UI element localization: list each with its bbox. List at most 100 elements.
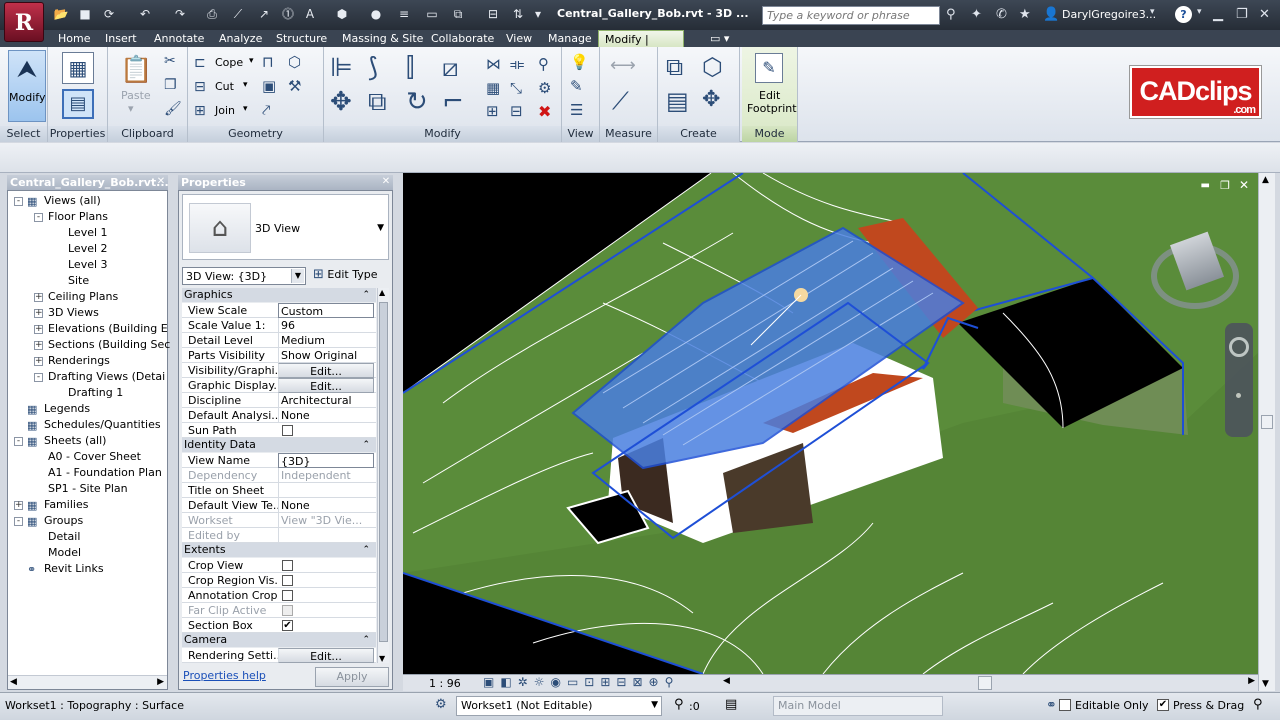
print-icon[interactable]: ⎙ <box>204 6 220 22</box>
edit-button[interactable]: Edit... <box>278 363 374 378</box>
property-checkbox[interactable] <box>282 575 293 586</box>
active-workset-select[interactable]: Workset1 (Not Editable) ▼ <box>456 696 662 716</box>
press-drag-checkbox[interactable]: ✔ <box>1157 699 1169 711</box>
cut-dropdown-icon[interactable]: ▾ <box>243 80 248 90</box>
subscription-icon[interactable]: ✦ <box>971 7 982 22</box>
minimize-icon[interactable]: ▁ <box>1213 7 1223 22</box>
instance-dropdown-icon[interactable]: ▼ <box>291 269 304 283</box>
mirror-axis-icon[interactable]: ⫿ <box>406 53 414 84</box>
zoom-icon[interactable] <box>1236 393 1241 398</box>
save-icon[interactable]: ■ <box>77 6 93 22</box>
property-value[interactable]: Medium <box>278 333 374 348</box>
tree-expander-icon[interactable]: + <box>34 309 43 318</box>
tree-item[interactable]: A1 - Foundation Plan <box>48 466 162 479</box>
type-properties-icon[interactable]: ▦ <box>62 52 94 84</box>
trim-icon[interactable]: ⌐ <box>442 87 464 117</box>
hide-isolate-icon[interactable]: 💡 <box>570 53 589 71</box>
tree-item[interactable]: Views (all) <box>44 194 101 207</box>
edit-button[interactable]: Edit... <box>278 378 374 393</box>
tree-item[interactable]: SP1 - Site Plan <box>48 482 128 495</box>
link-icon[interactable]: ⚭ <box>1046 698 1057 713</box>
vctrl-scroll-thumb[interactable] <box>978 676 992 690</box>
create-parts-icon[interactable]: ⧉ <box>666 53 683 81</box>
tab-view[interactable]: View <box>500 30 538 47</box>
type-dropdown-icon[interactable]: ▼ <box>377 223 384 233</box>
property-value[interactable]: Architectural <box>278 393 374 408</box>
collapse-chevron-icon[interactable]: ⌃ <box>362 438 370 452</box>
cut-clipboard-icon[interactable]: ✂ <box>164 53 176 69</box>
3d-viewport[interactable]: ▬ ❐ ✕ <box>403 173 1258 674</box>
view-scale[interactable]: 1 : 96 <box>429 677 461 690</box>
tree-item[interactable]: Sections (Building Sec <box>48 338 170 351</box>
tab-manage[interactable]: Manage <box>542 30 598 47</box>
default-3d-icon[interactable]: ⬢ <box>334 6 350 22</box>
align-tool-icon[interactable]: ⊫ <box>330 53 353 83</box>
tag-icon[interactable]: ⓵ <box>280 6 296 22</box>
cope-label[interactable]: Cope <box>215 56 243 69</box>
copy-icon[interactable]: ❐ <box>164 77 177 93</box>
instance-selector[interactable]: 3D View: {3D} ▼ <box>182 267 306 285</box>
tab-structure[interactable]: Structure <box>270 30 333 47</box>
trim-extend-icon[interactable]: ⊞ <box>486 102 499 120</box>
tree-expander-icon[interactable]: - <box>34 373 43 382</box>
collapse-chevron-icon[interactable]: ⌃ <box>362 633 370 647</box>
help-dropdown-icon[interactable]: ▾ <box>1197 7 1202 17</box>
property-checkbox[interactable]: ✔ <box>282 620 293 631</box>
array-icon[interactable]: ▦ <box>486 79 500 97</box>
tree-expander-icon[interactable]: + <box>34 325 43 334</box>
delete-icon[interactable]: ✖ <box>538 102 551 121</box>
section-icon[interactable]: ● <box>368 6 384 22</box>
tree-item[interactable]: Drafting 1 <box>68 386 123 399</box>
browser-hscrollbar[interactable]: ◀ ▶ <box>8 675 167 689</box>
steering-wheel-icon[interactable] <box>1229 337 1249 357</box>
tree-item[interactable]: Level 3 <box>68 258 108 271</box>
tree-item[interactable]: Legends <box>44 402 90 415</box>
property-group-graphics[interactable]: Graphics ⌃ <box>182 288 376 302</box>
property-value[interactable]: 96 <box>278 318 374 333</box>
viewport-vscrollbar[interactable]: ▲ ▼ <box>1258 173 1275 691</box>
tree-expander-icon[interactable]: + <box>34 341 43 350</box>
dimension-icon[interactable]: ↗ <box>256 6 272 22</box>
tree-expander-icon[interactable]: - <box>14 437 23 446</box>
switch-windows-icon[interactable]: ⧉ <box>450 6 466 22</box>
property-value[interactable] <box>278 483 374 498</box>
edit-footprint-label-1[interactable]: Edit <box>759 89 780 102</box>
property-value[interactable]: Custom <box>278 303 374 318</box>
view-control-icons[interactable]: ▣◧✲☼◉▭⊡⊞⊟⊠⊕⚲ <box>483 675 723 689</box>
help-icon[interactable]: ? <box>1175 6 1192 23</box>
tree-expander-icon[interactable]: - <box>34 213 43 222</box>
property-group-extents[interactable]: Extents ⌃ <box>182 543 376 557</box>
props-scroll-up-icon[interactable]: ▲ <box>379 288 385 297</box>
vscroll-up-icon[interactable]: ▲ <box>1262 175 1269 185</box>
cope-icon[interactable]: ⊏ <box>194 55 206 71</box>
editable-only-checkbox[interactable] <box>1059 699 1071 711</box>
properties-help-link[interactable]: Properties help <box>183 669 266 682</box>
tree-item[interactable]: Elevations (Building E <box>48 322 168 335</box>
cut-geometry-icon[interactable]: ⊟ <box>194 79 206 95</box>
vctrl-scroll-left-icon[interactable]: ◀ <box>723 676 730 686</box>
create-assembly-icon[interactable]: ⬡ <box>702 53 723 81</box>
tree-item[interactable]: Level 1 <box>68 226 108 239</box>
filter-status-icon[interactable]: ⚲ <box>1253 697 1263 712</box>
unpin-icon[interactable]: ⚙ <box>538 79 551 97</box>
viewport-restore-icon[interactable]: ❐ <box>1220 179 1230 192</box>
modify-button[interactable]: ⮝ Modify <box>8 50 46 122</box>
tree-item[interactable]: Detail <box>48 530 80 543</box>
remove-paint-icon[interactable]: ⤤ <box>262 101 270 119</box>
linework-icon[interactable]: ☰ <box>570 101 583 119</box>
tab-collaborate[interactable]: Collaborate <box>425 30 500 47</box>
text-icon[interactable]: A <box>302 6 318 22</box>
application-menu-button[interactable]: R <box>4 2 44 42</box>
user-dropdown-icon[interactable]: ▾ <box>1150 7 1155 17</box>
create-similar-icon[interactable]: ✥ <box>702 87 720 112</box>
properties-close-icon[interactable]: ✕ <box>380 176 392 188</box>
properties-toggle-icon[interactable]: ▤ <box>62 89 94 119</box>
split-face-icon[interactable]: ⬡ <box>288 53 301 71</box>
close-hidden-icon[interactable]: ▭ <box>424 6 440 22</box>
collapse-chevron-icon[interactable]: ⌃ <box>362 543 370 557</box>
edit-type-button[interactable]: ⊞ Edit Type <box>313 267 389 285</box>
scale-icon[interactable]: ⤡ <box>510 79 522 97</box>
vscroll-down-icon[interactable]: ▼ <box>1262 679 1269 689</box>
thin-lines-icon[interactable]: ≡ <box>396 6 412 22</box>
tree-item[interactable]: Revit Links <box>44 562 104 575</box>
